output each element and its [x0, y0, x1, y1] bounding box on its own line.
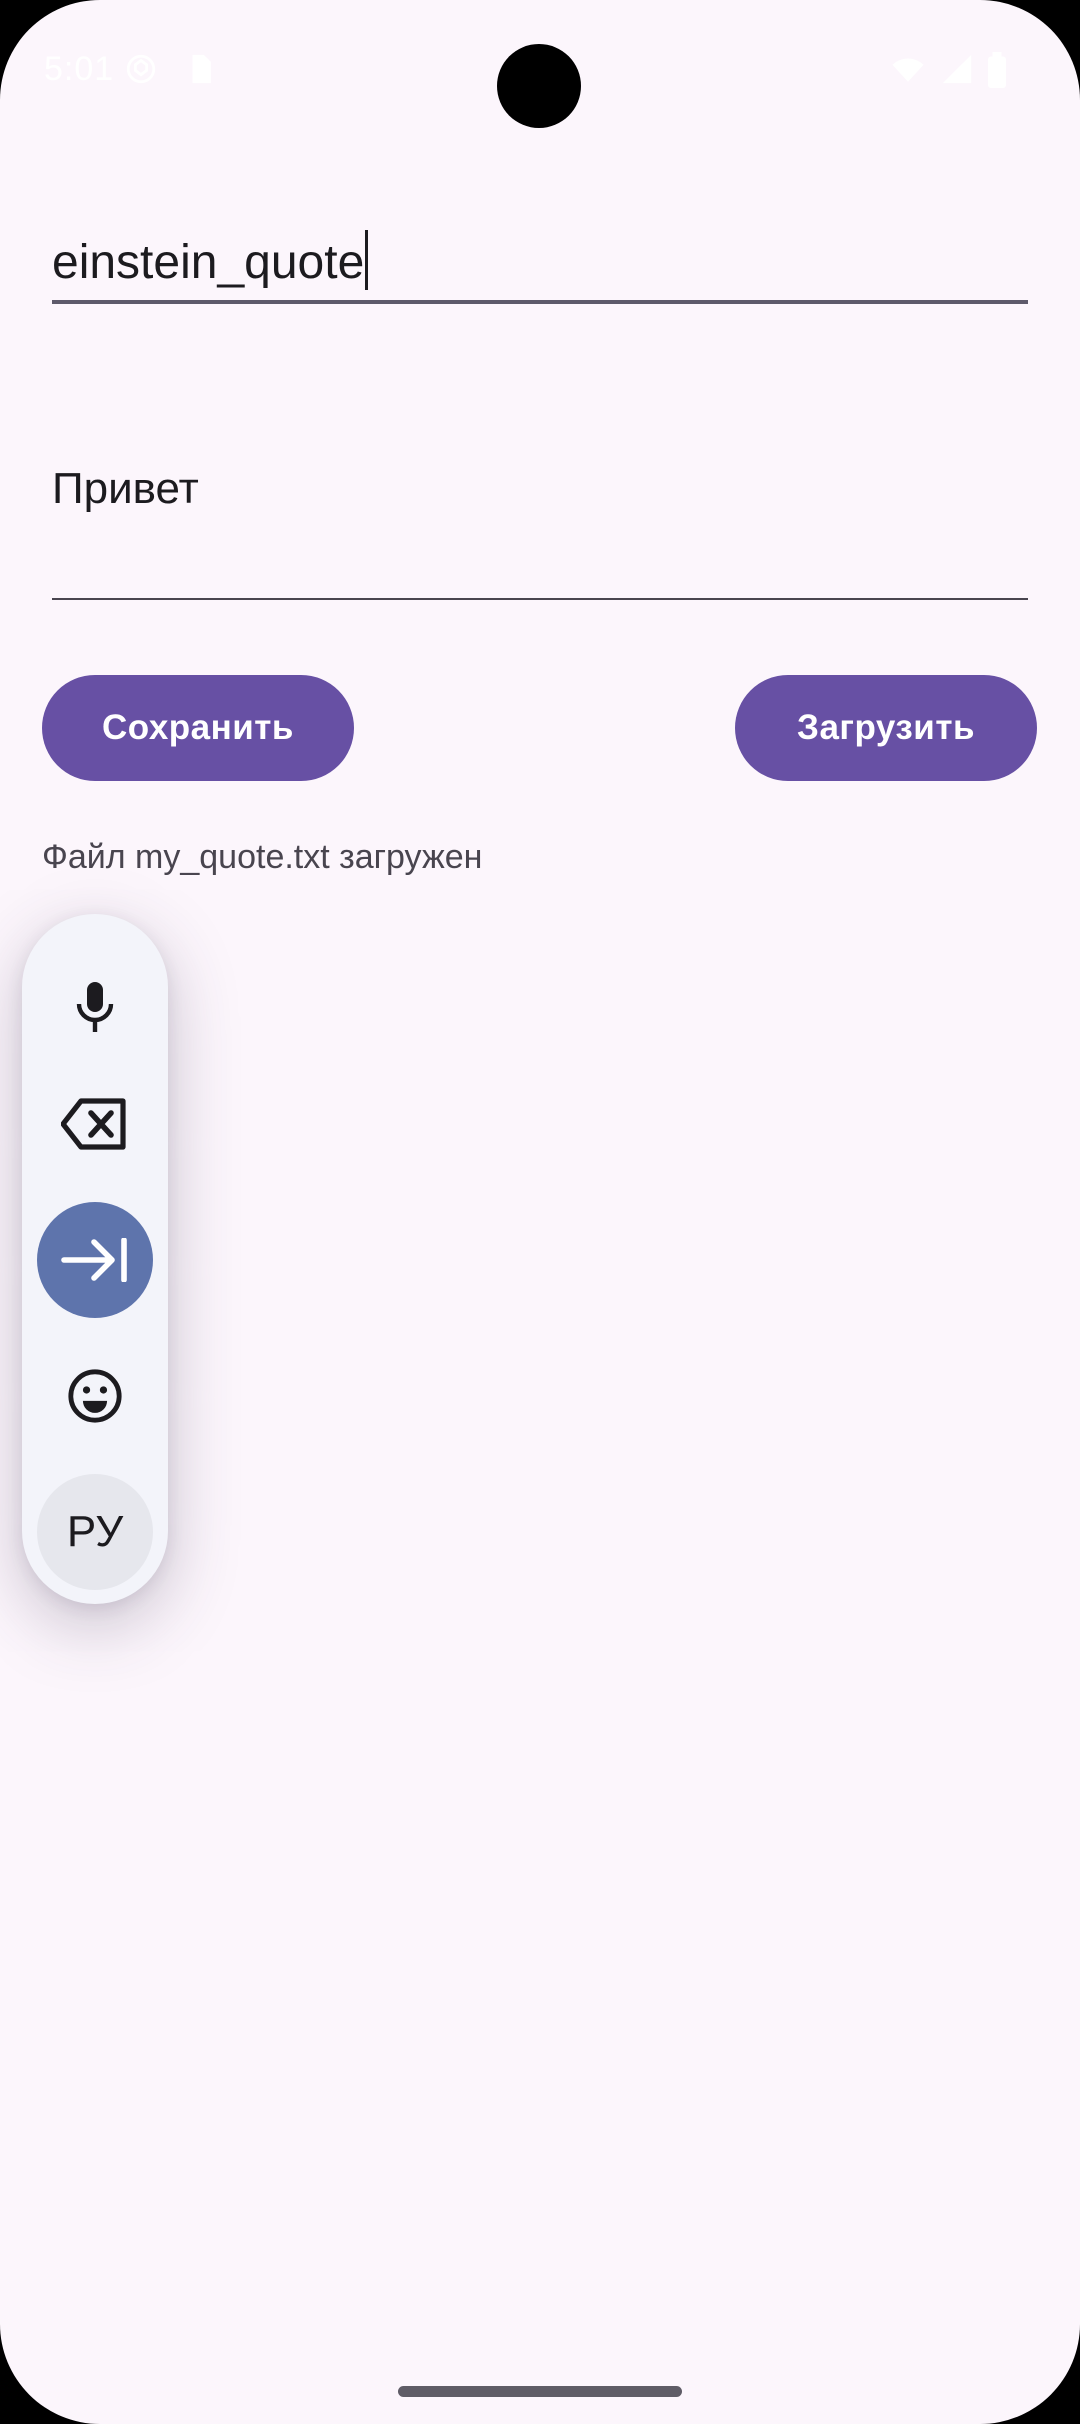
camera-cutout	[497, 44, 581, 128]
signal-icon	[940, 52, 974, 86]
content-input-value: Привет	[52, 464, 199, 513]
wifi-icon	[890, 52, 924, 86]
save-button[interactable]: Сохранить	[42, 675, 354, 781]
status-message: Файл my_quote.txt загружен	[42, 838, 483, 876]
content-input[interactable]: Привет	[52, 440, 1028, 600]
tab-icon	[60, 1238, 130, 1282]
tab-button[interactable]	[37, 1202, 153, 1318]
vpn-icon	[124, 52, 158, 86]
text-cursor	[365, 230, 369, 290]
backspace-button[interactable]	[37, 1066, 153, 1182]
emoji-button[interactable]	[37, 1338, 153, 1454]
emoji-icon	[66, 1367, 124, 1425]
sim-icon	[186, 52, 220, 86]
filename-input[interactable]: einstein_quote	[52, 220, 1028, 304]
battery-icon	[986, 52, 1020, 88]
language-switch-button[interactable]: РУ	[37, 1474, 153, 1590]
app-screen: 5:01 einstein_quote Привет Сохранить Заг…	[0, 0, 1080, 2424]
backspace-icon	[61, 1097, 129, 1151]
microphone-button[interactable]	[37, 948, 153, 1064]
status-bar: 5:01	[0, 0, 1080, 140]
gesture-nav-handle[interactable]	[398, 2386, 682, 2397]
load-button[interactable]: Загрузить	[735, 675, 1037, 781]
filename-input-value: einstein_quote	[52, 236, 365, 289]
status-time: 5:01	[44, 50, 115, 88]
floating-keyboard-toolbar: РУ	[22, 914, 168, 1604]
microphone-icon	[71, 978, 119, 1034]
